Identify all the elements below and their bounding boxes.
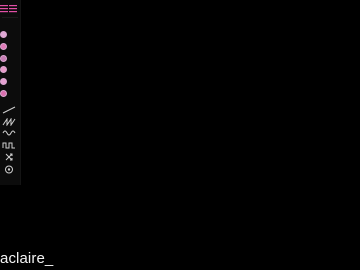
toolbar-divider bbox=[2, 17, 18, 18]
shuffle-icon[interactable] bbox=[2, 153, 16, 161]
color-swatch-3-icon[interactable] bbox=[0, 55, 7, 62]
app-canvas: aclaire_ bbox=[0, 0, 360, 270]
color-swatch-2-icon[interactable] bbox=[0, 43, 7, 50]
color-swatch-1-icon[interactable] bbox=[0, 31, 7, 38]
settings-icon[interactable] bbox=[2, 165, 16, 174]
ramp-wave-icon[interactable] bbox=[2, 106, 16, 114]
logo-icon[interactable] bbox=[0, 4, 18, 13]
color-swatch-6-icon[interactable] bbox=[0, 90, 7, 97]
username-label: aclaire_ bbox=[0, 250, 54, 267]
square-wave-icon[interactable] bbox=[2, 141, 16, 149]
tool-sidebar bbox=[0, 0, 21, 185]
sawtooth-wave-icon[interactable] bbox=[2, 118, 16, 126]
color-swatch-4-icon[interactable] bbox=[0, 66, 7, 73]
sine-wave-icon[interactable] bbox=[2, 129, 16, 137]
color-swatch-5-icon[interactable] bbox=[0, 78, 7, 85]
